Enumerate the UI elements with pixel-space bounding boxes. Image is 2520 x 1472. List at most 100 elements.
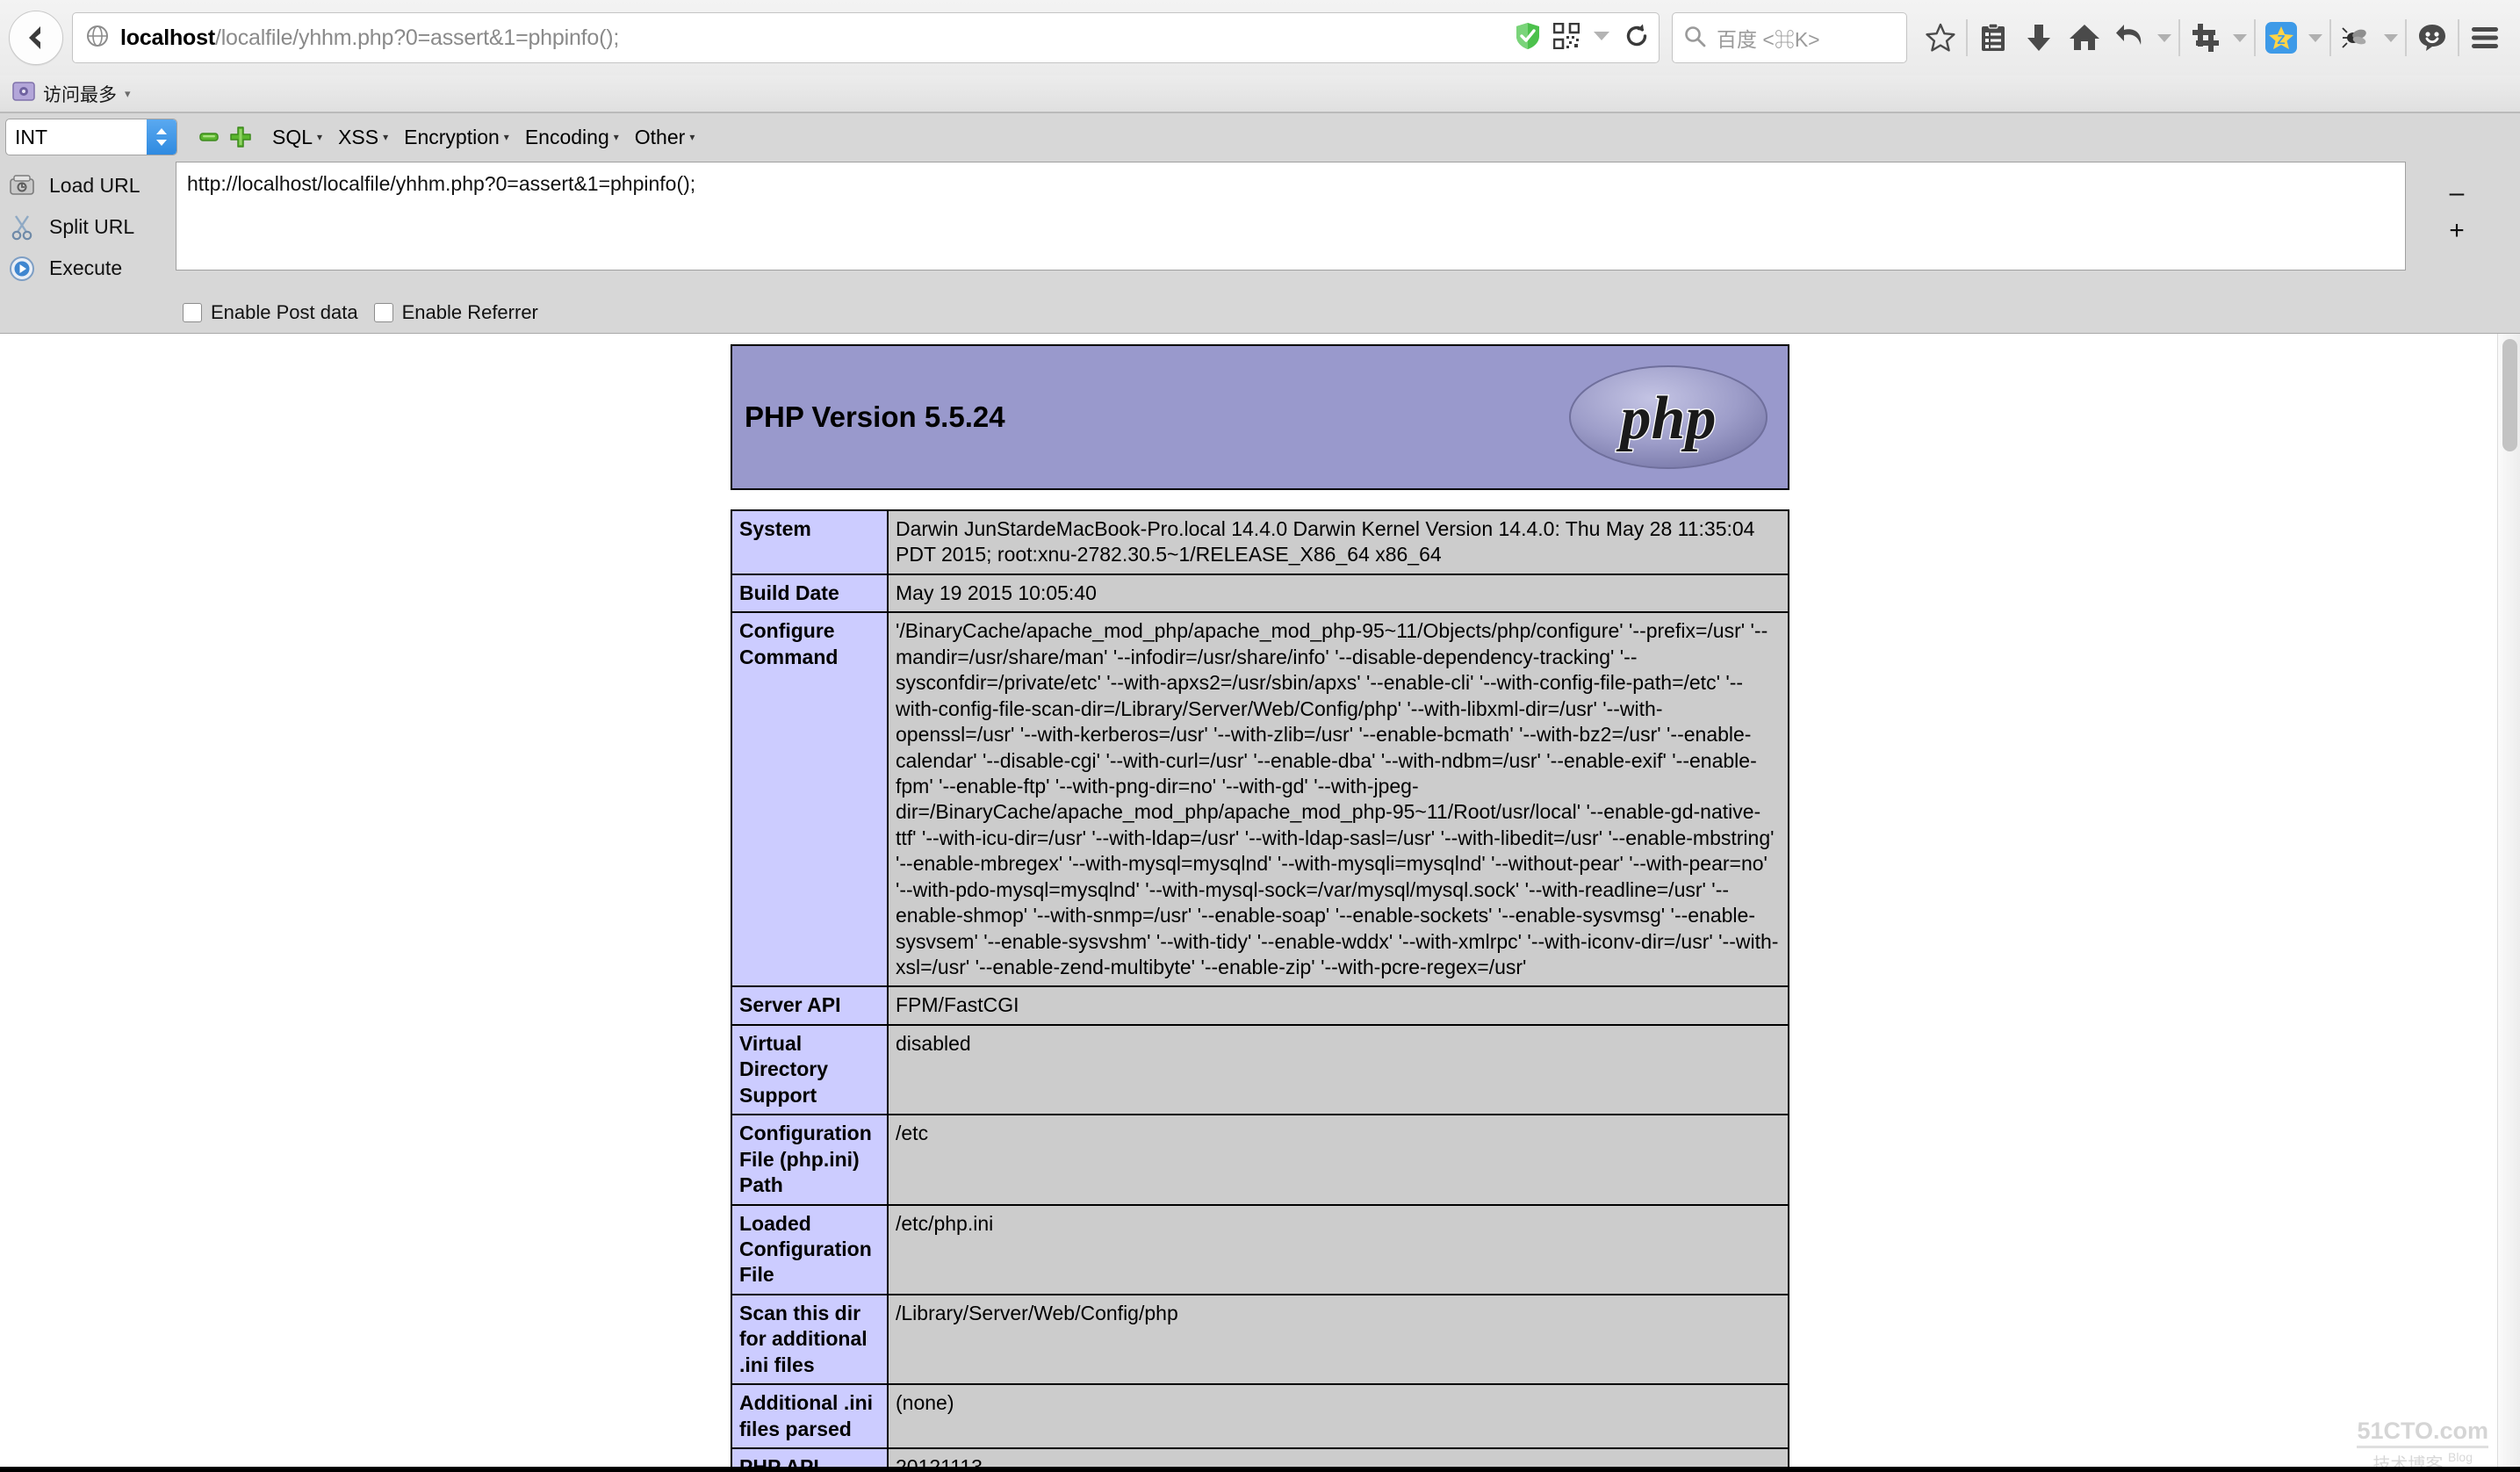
toolbar-divider	[1966, 19, 1968, 56]
shield-check-icon[interactable]	[1515, 22, 1541, 54]
screenshot-crop-icon[interactable]	[2183, 12, 2228, 63]
globe-icon	[85, 24, 110, 53]
execute-icon	[7, 256, 37, 282]
split-url-icon	[7, 214, 37, 241]
screenshot-dropdown-icon[interactable]	[2228, 12, 2251, 63]
phpinfo-document: PHP Version 5.5.24 php System Darwin Jun…	[731, 334, 1789, 1472]
firebug-dropdown-icon[interactable]	[2380, 12, 2402, 63]
chevron-down-icon: ▾	[317, 131, 323, 143]
hackbar-zoom-controls: – +	[2436, 162, 2478, 276]
hackbar-type-select[interactable]: INT	[5, 119, 177, 155]
remove-field-button[interactable]	[193, 121, 225, 153]
menu-label: Encryption	[404, 125, 500, 148]
split-url-label: Split URL	[49, 215, 135, 238]
page-scrollbar-thumb[interactable]	[2502, 339, 2517, 451]
php-logo-text: php	[1616, 385, 1717, 452]
search-bar[interactable]: 百度 <⌘K>	[1672, 12, 1907, 63]
table-row: System Darwin JunStardeMacBook-Pro.local…	[731, 509, 1789, 575]
execute-button[interactable]: Execute	[0, 248, 176, 289]
enable-post-data-checkbox[interactable]: Enable Post data	[183, 301, 358, 324]
watermark-site: 51CTO.com	[2357, 1418, 2488, 1448]
chevron-down-icon[interactable]	[1592, 29, 1611, 47]
phpinfo-table: System Darwin JunStardeMacBook-Pro.local…	[731, 509, 1789, 1472]
table-row: Configure Command '/BinaryCache/apache_m…	[731, 611, 1789, 988]
hackbar-toolbar: INT SQL ▾ XSS ▾ Encryption ▾ Encoding ▾ …	[0, 113, 2520, 334]
toolbar-divider	[2178, 19, 2180, 56]
url-path: /localfile/yhhm.php?0=assert&1=phpinfo()…	[214, 25, 620, 50]
row-key: Configuration File (php.ini) Path	[731, 1114, 889, 1206]
reload-icon[interactable]	[1624, 23, 1650, 54]
row-value: May 19 2015 10:05:40	[887, 573, 1789, 614]
search-icon	[1683, 25, 1706, 52]
undo-close-tab-icon[interactable]	[2107, 12, 2153, 63]
hamburger-menu-icon[interactable]	[2462, 12, 2508, 63]
toolbar-divider	[2458, 19, 2459, 56]
bookmark-folder-icon	[12, 81, 35, 106]
reading-list-icon[interactable]	[1970, 12, 2016, 63]
row-key: Build Date	[731, 573, 889, 614]
bottom-black-strip	[0, 1467, 2520, 1472]
row-key: Loaded Configuration File	[731, 1203, 889, 1295]
chevron-down-icon: ▾	[689, 131, 695, 143]
table-row: Build Date May 19 2015 10:05:40	[731, 573, 1789, 614]
smiley-icon[interactable]	[2409, 12, 2455, 63]
back-button[interactable]	[9, 11, 63, 65]
table-row: Loaded Configuration File /etc/php.ini	[731, 1203, 1789, 1295]
checkbox-box[interactable]	[183, 303, 202, 322]
hackbar-menu-other[interactable]: Other ▾	[635, 126, 695, 149]
row-value: /etc	[887, 1114, 1789, 1206]
page-scrollbar[interactable]	[2497, 334, 2520, 1472]
qr-code-icon[interactable]	[1552, 22, 1580, 54]
hackbar-actions: Load URL Split URL Execute	[0, 162, 176, 289]
hackbar-main-row: Load URL Split URL Execute http://localh…	[0, 160, 2520, 289]
home-icon[interactable]	[2062, 12, 2107, 63]
add-field-button[interactable]	[225, 121, 256, 153]
downloads-icon[interactable]	[2016, 12, 2062, 63]
undo-close-tab-dropdown-icon[interactable]	[2153, 12, 2176, 63]
hackbar-url-input[interactable]: http://localhost/localfile/yhhm.php?0=as…	[176, 162, 2406, 271]
row-value: disabled	[887, 1023, 1789, 1116]
zoom-in-button[interactable]: +	[2449, 217, 2465, 244]
row-value: (none)	[887, 1383, 1789, 1449]
qzone-dropdown-icon[interactable]	[2304, 12, 2327, 63]
row-value: Darwin JunStardeMacBook-Pro.local 14.4.0…	[887, 509, 1789, 575]
row-key: System	[731, 509, 889, 575]
table-row: Server API FPM/FastCGI	[731, 985, 1789, 1026]
chevron-down-icon: ▾	[383, 131, 389, 143]
hackbar-menu-sql[interactable]: SQL ▾	[272, 126, 322, 149]
hackbar-type-value: INT	[15, 125, 48, 148]
checkbox-box[interactable]	[373, 303, 393, 322]
bookmark-most-visited[interactable]: 访问最多 ▾	[12, 81, 131, 107]
toolbar-divider	[2405, 19, 2407, 56]
chevron-down-icon[interactable]: ▾	[125, 87, 131, 101]
watermark: 51CTO.com 技术博客 Blog	[2357, 1418, 2488, 1472]
row-key: Server API	[731, 985, 889, 1026]
watermark-blog: Blog	[2447, 1450, 2473, 1464]
hackbar-menu-xss[interactable]: XSS ▾	[338, 126, 388, 149]
hackbar-url-area: http://localhost/localfile/yhhm.php?0=as…	[176, 162, 2520, 289]
row-value: FPM/FastCGI	[887, 985, 1789, 1026]
address-bar[interactable]: localhost/localfile/yhhm.php?0=assert&1=…	[72, 12, 1660, 63]
stepper-icon[interactable]	[147, 119, 176, 155]
chevron-down-icon: ▾	[503, 131, 509, 143]
load-url-button[interactable]: Load URL	[0, 165, 176, 206]
bookmark-star-icon[interactable]	[1918, 12, 1963, 63]
enable-referrer-label: Enable Referrer	[401, 301, 538, 323]
split-url-button[interactable]: Split URL	[0, 206, 176, 248]
execute-label: Execute	[49, 256, 123, 279]
menu-label: SQL	[272, 125, 313, 148]
row-key: Virtual Directory Support	[731, 1023, 889, 1116]
php-version-title: PHP Version 5.5.24	[745, 400, 1005, 433]
enable-referrer-checkbox[interactable]: Enable Referrer	[373, 301, 538, 324]
zoom-out-button[interactable]: –	[2450, 179, 2465, 206]
row-key: Configure Command	[731, 611, 889, 988]
phpinfo-header: PHP Version 5.5.24 php	[731, 344, 1789, 490]
navigation-bar: localhost/localfile/yhhm.php?0=assert&1=…	[0, 0, 2520, 76]
firebug-icon[interactable]	[2334, 12, 2380, 63]
hackbar-menu-encoding[interactable]: Encoding ▾	[525, 126, 619, 149]
table-row: Scan this dir for additional .ini files …	[731, 1293, 1789, 1386]
load-url-label: Load URL	[49, 174, 140, 197]
qzone-star-icon[interactable]: Z	[2258, 12, 2304, 63]
hackbar-menu-encryption[interactable]: Encryption ▾	[404, 126, 509, 149]
table-row: Configuration File (php.ini) Path /etc	[731, 1114, 1789, 1206]
